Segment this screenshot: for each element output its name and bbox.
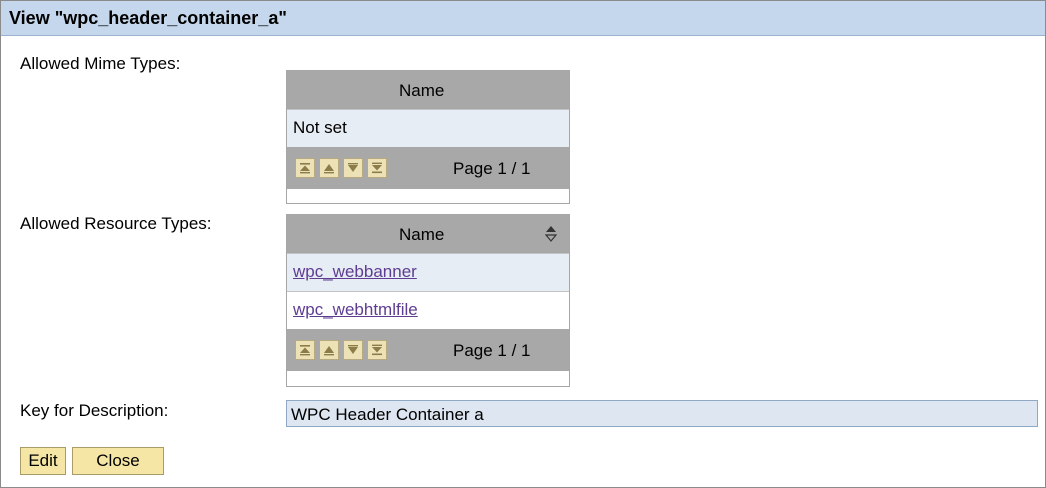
edit-button[interactable]: Edit	[20, 447, 66, 475]
resource-types-header[interactable]: Name	[287, 215, 569, 253]
next-page-icon	[348, 163, 358, 172]
mime-types-header[interactable]: Name	[287, 71, 569, 109]
resource-link[interactable]: wpc_webhtmlfile	[293, 300, 418, 319]
previous-page-icon	[324, 346, 334, 356]
next-page-icon	[348, 345, 358, 354]
next-page-button[interactable]	[343, 340, 363, 360]
previous-page-icon	[324, 164, 334, 174]
resource-types-pager: Page 1 / 1	[287, 329, 569, 371]
table-row[interactable]: wpc_webbanner	[287, 253, 569, 291]
next-page-button[interactable]	[343, 158, 363, 178]
last-page-icon	[372, 162, 382, 174]
mime-types-table: Name Not set Page 1 / 1	[286, 70, 570, 204]
last-page-button[interactable]	[367, 158, 387, 178]
previous-page-button[interactable]	[319, 340, 339, 360]
title-bar: View "wpc_header_container_a"	[1, 1, 1045, 36]
previous-page-button[interactable]	[319, 158, 339, 178]
page-indicator: Page 1 / 1	[453, 159, 531, 178]
resource-types-table: Name wpc_webbanner wpc_webhtmlfile Page …	[286, 214, 570, 387]
resource-link[interactable]: wpc_webbanner	[293, 262, 417, 281]
table-row[interactable]: wpc_webhtmlfile	[287, 291, 569, 329]
first-page-icon	[300, 345, 310, 356]
description-field[interactable]: WPC Header Container a	[286, 400, 1038, 427]
resource-types-label: Allowed Resource Types:	[20, 214, 212, 233]
sort-icon[interactable]	[544, 225, 558, 248]
table-row[interactable]: Not set	[287, 109, 569, 147]
first-page-button[interactable]	[295, 340, 315, 360]
description-label: Key for Description:	[20, 401, 169, 420]
last-page-button[interactable]	[367, 340, 387, 360]
column-header-name: Name	[399, 81, 445, 100]
page-indicator: Page 1 / 1	[453, 341, 531, 360]
first-page-icon	[300, 163, 310, 174]
mime-types-pager: Page 1 / 1	[287, 147, 569, 189]
description-value: WPC Header Container a	[291, 405, 484, 424]
window-title: View "wpc_header_container_a"	[9, 8, 287, 28]
first-page-button[interactable]	[295, 158, 315, 178]
column-header-name: Name	[399, 225, 445, 244]
close-button[interactable]: Close	[72, 447, 164, 475]
last-page-icon	[372, 344, 382, 356]
mime-types-label: Allowed Mime Types:	[20, 54, 181, 73]
cell-name: Not set	[293, 118, 347, 137]
